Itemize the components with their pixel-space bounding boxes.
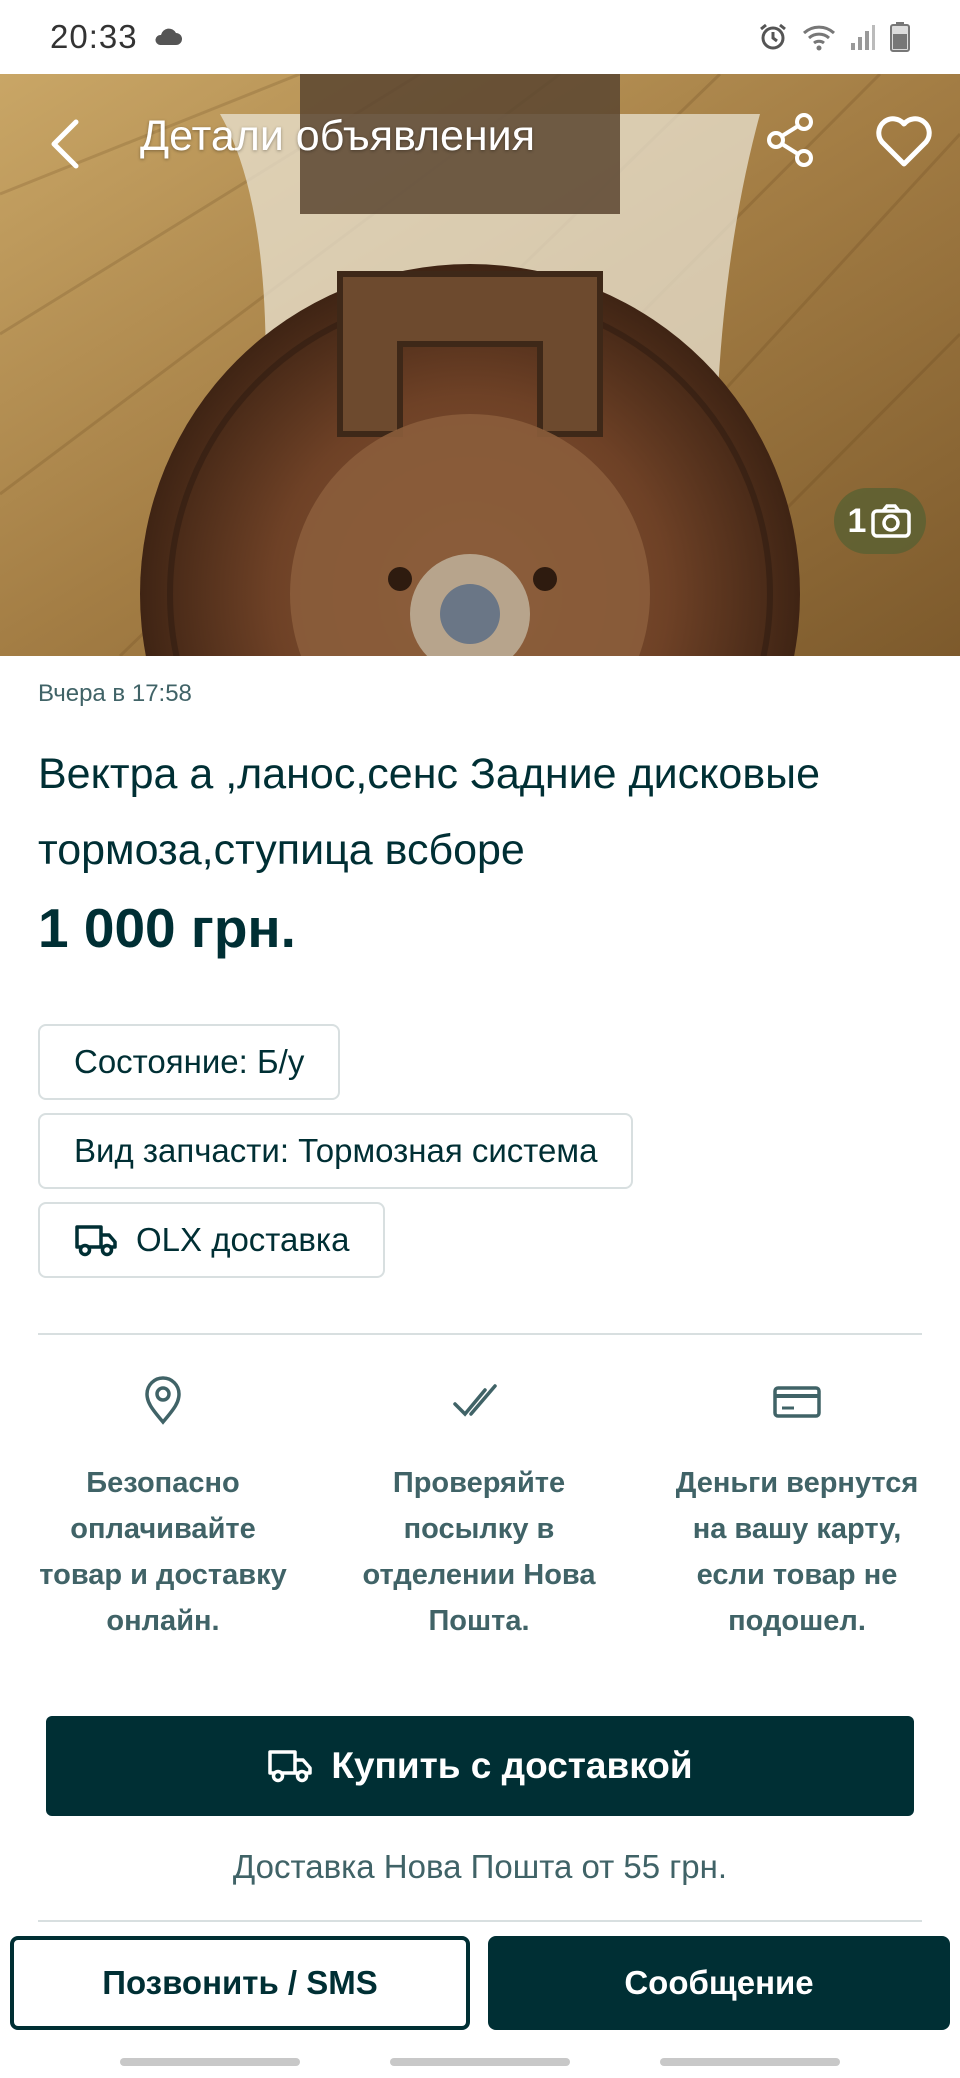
app-bar: Детали объявления [0,74,960,204]
cloud-icon [155,28,182,45]
status-bar: 20:33 [0,0,960,74]
posted-date: Вчера в 17:58 [38,680,192,707]
feature-money-back-text: Деньги вернутся на вашу карту, если това… [675,1467,919,1637]
battery-icon [890,22,910,52]
nav-gesture-bar [390,2058,570,2066]
heart-icon[interactable] [874,112,934,170]
buy-with-delivery-button[interactable]: Купить с доставкой [46,1716,914,1816]
location-pin-icon [145,1376,181,1425]
page-title: Детали объявления [140,112,535,160]
feature-money-back: Деньги вернутся на вашу карту, если това… [672,1376,922,1644]
param-condition-label: Состояние: Б/у [74,1043,305,1080]
back-arrow-icon[interactable] [40,114,90,174]
call-button-label: Позвонить / SMS [102,1964,378,2001]
param-part-type-label: Вид запчасти: Тормозная система [74,1132,598,1169]
feature-safe-payment: Безопасно оплачивайте товар и доставку о… [38,1376,288,1644]
param-condition: Состояние: Б/у [38,1024,341,1100]
param-part-type: Вид запчасти: Тормозная система [38,1113,634,1189]
listing-title: Вектра а ,ланос,сенс Задние дисковые тор… [38,750,820,874]
credit-card-icon [773,1386,821,1418]
param-olx-delivery: OLX доставка [38,1202,386,1278]
photo-count-badge[interactable]: 1 [834,488,926,554]
share-icon[interactable] [762,108,818,172]
alarm-icon [760,23,786,50]
delivery-truck-icon [75,1225,117,1257]
feature-check-parcel-text: Проверяйте посылку в отделении Нова Пошт… [362,1467,596,1637]
nav-gesture-bar [120,2058,300,2066]
nav-gesture-bar [660,2058,840,2066]
camera-icon [871,504,912,538]
param-olx-delivery-label: OLX доставка [136,1221,350,1258]
divider [38,1920,922,1922]
divider [38,1333,922,1335]
message-button[interactable]: Сообщение [488,1936,950,2030]
delivery-price-note: Доставка Нова Пошта от 55 грн. [232,1848,728,1885]
status-time: 20:33 [50,18,138,55]
message-button-label: Сообщение [624,1964,814,2001]
listing-price: 1 000 грн. [38,897,296,959]
feature-check-parcel: Проверяйте посылку в отделении Нова Пошт… [354,1376,604,1644]
double-check-icon [453,1384,497,1417]
feature-safe-payment-text: Безопасно оплачивайте товар и доставку о… [39,1467,287,1637]
delivery-truck-icon [268,1750,313,1783]
call-sms-button[interactable]: Позвонить / SMS [10,1936,470,2030]
signal-icon [851,25,875,50]
photo-count: 1 [847,501,867,540]
wifi-icon [802,25,836,51]
buy-button-label: Купить с доставкой [331,1745,693,1786]
